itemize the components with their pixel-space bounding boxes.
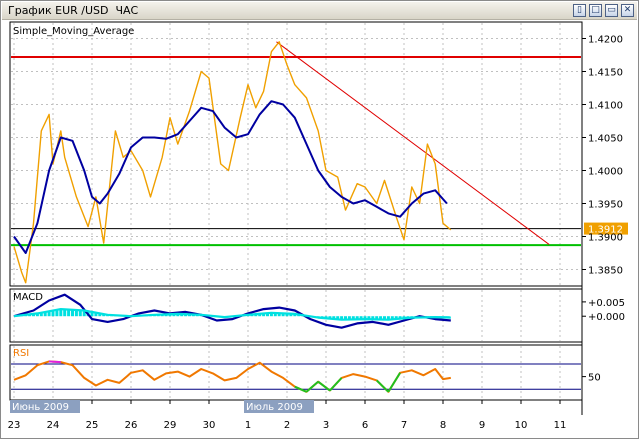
y-tick-label: 1.3900 (588, 233, 623, 244)
macd-y-tick-label: +0.000 (588, 312, 625, 323)
rsi-y-tick-label: 50 (588, 373, 601, 384)
panel-borders (9, 21, 583, 415)
x-tick-label: 8 (440, 420, 446, 431)
rsi-panel-border (9, 344, 583, 401)
x-tick-label: 7 (401, 420, 407, 431)
chart-canvas[interactable]: Simple_Moving_Average1.3912 MACD RSI 23 2… (0, 0, 639, 439)
y-tick-label: 1.3950 (588, 200, 623, 211)
x-tick-label: 2 (284, 420, 290, 431)
period-label: Июль 2009 (246, 402, 303, 413)
y-tick-label: 1.4150 (588, 68, 623, 79)
x-tick-label: 11 (554, 420, 567, 431)
x-tick-label: 23 (8, 420, 21, 431)
rsi-extreme-segment (49, 360, 61, 364)
y-tick-label: 1.4050 (588, 134, 623, 145)
x-tick-label: 26 (125, 420, 138, 431)
y-tick-label: 1.4100 (588, 101, 623, 112)
x-tick-label: 6 (362, 420, 368, 431)
x-tick-label: 25 (86, 420, 99, 431)
x-tick-label: 30 (203, 420, 216, 431)
y-tick-label: 1.3850 (588, 266, 623, 277)
x-tick-label: 9 (479, 420, 485, 431)
x-tick-label: 29 (164, 420, 177, 431)
y-tick-label: 1.4200 (588, 35, 623, 46)
macd-y-tick-label: +0.005 (588, 298, 625, 309)
macd-panel-title: MACD (13, 292, 43, 303)
x-tick-label: 1 (245, 420, 251, 431)
y-tick-label: 1.4000 (588, 167, 623, 178)
main-panel-border (9, 21, 583, 287)
period-label: Июнь 2009 (12, 402, 69, 413)
x-tick-label: 10 (515, 420, 528, 431)
rsi-panel-title: RSI (13, 348, 29, 359)
main-panel-title: Simple_Moving_Average (13, 26, 134, 37)
x-tick-label: 3 (323, 420, 329, 431)
x-tick-label: 24 (47, 420, 60, 431)
